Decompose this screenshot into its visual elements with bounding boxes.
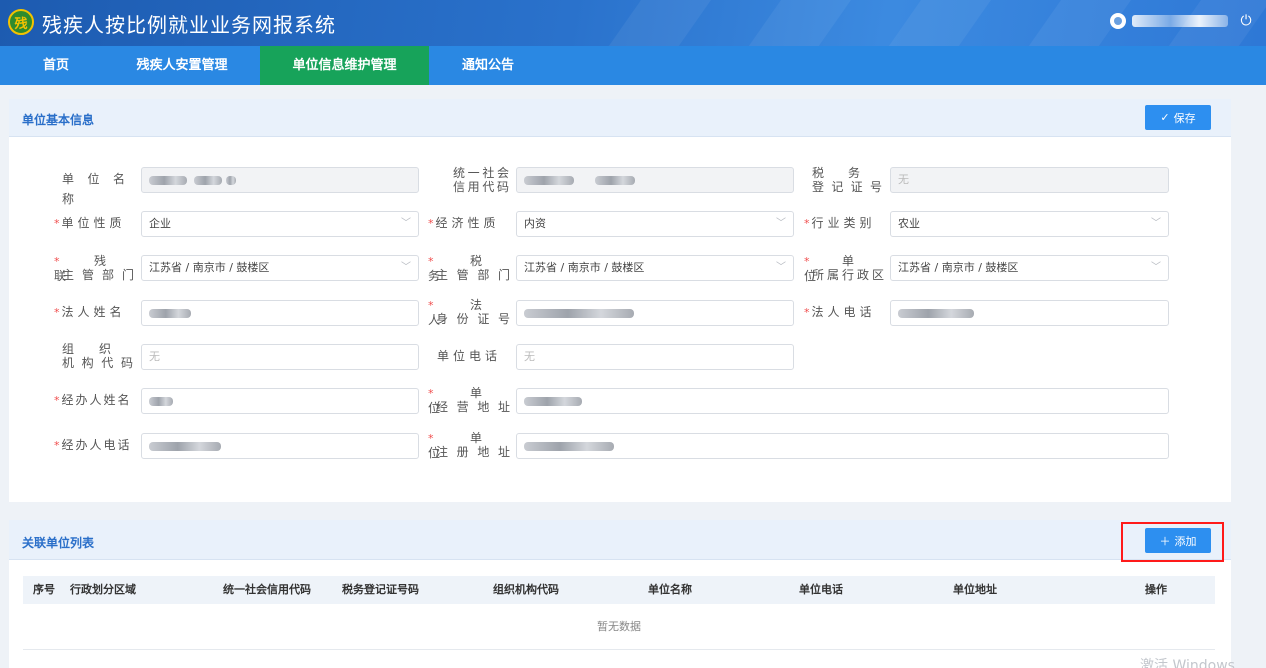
admin-region-label: * 单位 所属行政区 [804, 254, 884, 283]
user-menu[interactable] [1110, 13, 1228, 29]
tax-reg-label: 税务 登记证号 [812, 166, 882, 194]
legal-name-field[interactable] [141, 300, 419, 326]
column-header: 行政划分区域 [70, 583, 136, 596]
chevron-down-icon: ﹀ [401, 218, 411, 229]
nav-item-unit-info[interactable]: 单位信息维护管理 [260, 46, 429, 85]
unit-nature-label: * 单位性质 [54, 216, 126, 230]
reg-address-field[interactable] [516, 433, 1169, 459]
legal-name-label: * 法人姓名 [54, 305, 126, 319]
header-decoration [724, 0, 866, 46]
basic-info-title: 单位基本信息 [22, 113, 95, 127]
chevron-down-icon: ﹀ [776, 262, 786, 273]
save-button-label: 保存 [1173, 111, 1196, 125]
biz-address-label: * 单位 经营地址 [428, 386, 510, 415]
disabled-dept-label: * 残联 主管部门 [54, 254, 134, 283]
chevron-down-icon: ﹀ [401, 262, 411, 273]
app-logo: 残 [8, 9, 34, 35]
save-button[interactable]: ✓ 保存 [1145, 105, 1211, 130]
economic-nature-label: * 经济性质 [428, 216, 500, 230]
agent-name-field[interactable] [141, 388, 419, 414]
agent-name-label: * 经办人姓名 [54, 393, 132, 407]
annotation-highlight [1121, 522, 1224, 562]
related-units-table-header: 序号 行政划分区域 统一社会信用代码 税务登记证号码 组织机构代码 单位名称 单… [23, 576, 1215, 604]
column-header: 单位电话 [799, 583, 843, 596]
reg-address-label: * 单位 注册地址 [428, 431, 510, 460]
agent-phone-label: * 经办人电话 [54, 438, 132, 452]
unit-phone-field[interactable]: 无 [516, 344, 794, 370]
biz-address-field[interactable] [516, 388, 1169, 414]
windows-activation-watermark: 激活 Windows [1140, 658, 1235, 668]
tax-dept-select[interactable]: 江苏省 / 南京市 / 鼓楼区 ﹀ [516, 255, 794, 281]
related-units-header: 关联单位列表 [9, 520, 1231, 560]
industry-select[interactable]: 农业 ﹀ [890, 211, 1169, 237]
tax-dept-label: * 税务 主管部门 [428, 254, 510, 283]
agent-phone-field[interactable] [141, 433, 419, 459]
tax-reg-field[interactable]: 无 [890, 167, 1169, 193]
legal-phone-label: * 法人电话 [804, 305, 876, 319]
org-code-field[interactable]: 无 [141, 344, 419, 370]
credit-code-label: 统一社会 信用代码 [453, 166, 509, 194]
legal-id-label: * 法人 身份证号 [428, 298, 510, 327]
org-code-label: 组织 机构代码 [62, 342, 133, 370]
chevron-down-icon: ﹀ [776, 218, 786, 229]
legal-id-field[interactable] [516, 300, 794, 326]
credit-code-field[interactable] [516, 167, 794, 193]
unit-name-field[interactable] [141, 167, 419, 193]
app-title: 残疾人按比例就业业务网报系统 [42, 13, 336, 37]
power-icon[interactable]: ⏻ [1238, 13, 1254, 29]
column-header: 操作 [1145, 583, 1167, 596]
column-header: 统一社会信用代码 [223, 583, 311, 596]
legal-phone-field[interactable] [890, 300, 1169, 326]
user-name-redacted [1132, 15, 1228, 27]
nav-item-notices[interactable]: 通知公告 [429, 46, 547, 85]
economic-nature-select[interactable]: 内资 ﹀ [516, 211, 794, 237]
unit-name-label: 单位名称 [62, 172, 133, 206]
user-avatar-icon [1110, 13, 1126, 29]
basic-info-header: 单位基本信息 ✓ 保存 [9, 99, 1231, 137]
industry-label: * 行业类别 [804, 216, 876, 230]
unit-nature-select[interactable]: 企业 ﹀ [141, 211, 419, 237]
unit-phone-label: 单位电话 [437, 349, 502, 363]
column-header: 单位名称 [648, 583, 692, 596]
nav-item-disabled-placement[interactable]: 残疾人安置管理 [112, 46, 252, 85]
column-header: 单位地址 [953, 583, 997, 596]
check-icon: ✓ [1160, 111, 1170, 124]
chevron-down-icon: ﹀ [1151, 218, 1161, 229]
chevron-down-icon: ﹀ [1151, 262, 1161, 273]
column-header: 税务登记证号码 [342, 583, 419, 596]
admin-region-select[interactable]: 江苏省 / 南京市 / 鼓楼区 ﹀ [890, 255, 1169, 281]
header-decoration [584, 0, 726, 46]
nav-item-home[interactable]: 首页 [0, 46, 112, 85]
column-header: 序号 [33, 583, 55, 596]
related-units-title: 关联单位列表 [22, 536, 95, 550]
empty-table-message: 暂无数据 [23, 604, 1215, 650]
column-header: 组织机构代码 [493, 583, 559, 596]
app-header: 残 残疾人按比例就业业务网报系统 ⏻ [0, 0, 1266, 46]
header-decoration [864, 0, 1006, 46]
main-nav: 首页 残疾人安置管理 单位信息维护管理 通知公告 [0, 46, 1266, 85]
disabled-dept-select[interactable]: 江苏省 / 南京市 / 鼓楼区 ﹀ [141, 255, 419, 281]
